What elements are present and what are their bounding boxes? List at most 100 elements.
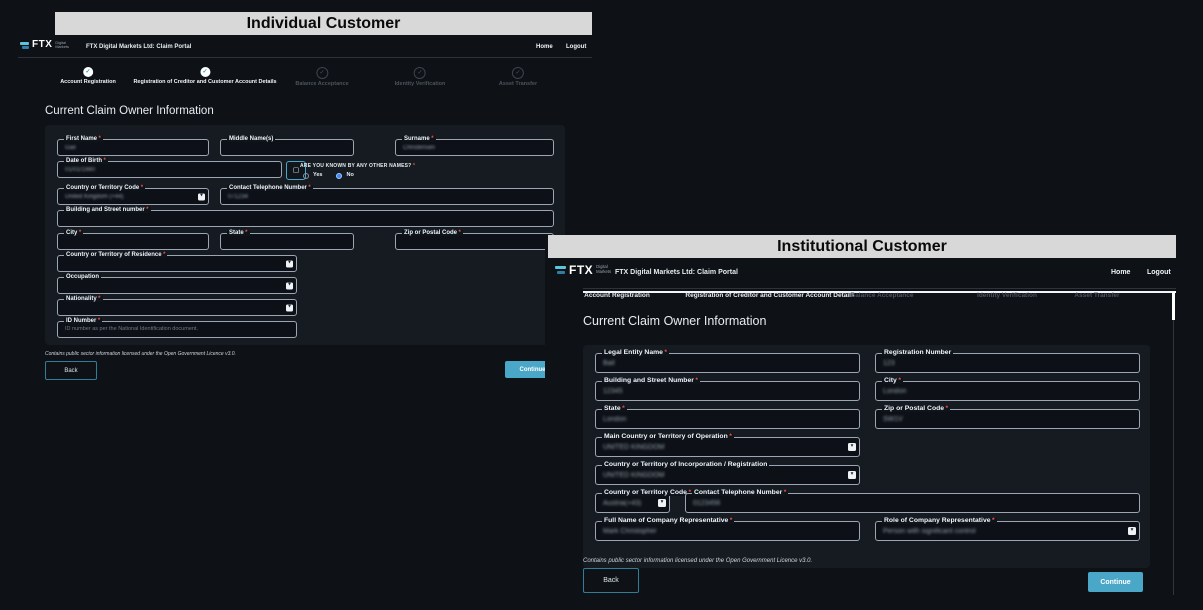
- telephone-label: Contact Telephone Number: [227, 185, 313, 191]
- page: { "icons": { "dropdown": "▾", "calendar"…: [0, 0, 1203, 610]
- incorporation-country-select[interactable]: Country or Territory of Incorporation / …: [595, 465, 860, 485]
- dropdown-arrow-icon: ▾: [198, 193, 205, 200]
- step-label: Asset Transfer: [499, 82, 537, 88]
- surname-field[interactable]: Surname Christensen: [395, 139, 554, 156]
- step-account-registration: ✓ Account Registration: [60, 67, 116, 86]
- state-label: State: [227, 230, 250, 236]
- logout-link[interactable]: Logout: [566, 44, 586, 50]
- step-check-icon: ✓: [512, 67, 524, 79]
- nationality-select[interactable]: Nationality ▾: [57, 299, 297, 316]
- main-country-label: Main Country or Territory of Operation: [602, 434, 734, 441]
- representative-role-value: Person with significant control: [883, 528, 976, 535]
- telephone-field[interactable]: Contact Telephone Number 071234: [220, 188, 554, 205]
- city-field[interactable]: City London: [875, 381, 1140, 401]
- representative-name-field[interactable]: Full Name of Company Representative Mark…: [595, 521, 860, 541]
- date-of-birth-label: Date of Birth: [64, 158, 108, 164]
- zip-field[interactable]: Zip or Postal Code SW1V: [875, 409, 1140, 429]
- radio-no-label: No: [346, 173, 353, 179]
- page-title: Current Claim Owner Information: [45, 106, 214, 118]
- building-street-field[interactable]: Building and Street number: [57, 210, 554, 227]
- dropdown-arrow-icon: ▾: [1128, 527, 1136, 535]
- first-name-value: Gail: [65, 145, 76, 151]
- page-title: Current Claim Owner Information: [583, 315, 766, 328]
- ftx-logo: FTX Digital Markets: [20, 40, 68, 50]
- building-street-label: Building and Street number: [64, 207, 151, 213]
- first-name-field[interactable]: First Name Gail: [57, 139, 209, 156]
- home-link[interactable]: Home: [536, 44, 553, 50]
- individual-customer-panel: Individual Customer FTX Digital Markets …: [0, 0, 592, 610]
- building-street-field[interactable]: Building and Street Number 12345: [595, 381, 860, 401]
- radio-yes-label: Yes: [313, 173, 322, 179]
- content-divider: [583, 288, 1176, 289]
- representative-name-value: Mark Christopher: [603, 528, 657, 535]
- telephone-label: Contact Telephone Number: [692, 490, 788, 497]
- city-field[interactable]: City: [57, 233, 209, 250]
- residence-select[interactable]: Country or Territory of Residence ▾: [57, 255, 297, 272]
- surname-label: Surname: [402, 136, 436, 142]
- dropdown-arrow-icon: ▾: [286, 282, 293, 289]
- building-street-label: Building and Street Number: [602, 378, 700, 385]
- building-street-value: 12345: [603, 388, 622, 395]
- scrollbar-track: [1173, 320, 1174, 595]
- step-label: Balance Acceptance: [295, 82, 348, 88]
- dropdown-arrow-icon: ▾: [848, 443, 856, 451]
- middle-name-label: Middle Name(s): [227, 136, 275, 142]
- occupation-select[interactable]: Occupation ▾: [57, 277, 297, 294]
- registration-number-value: 123: [883, 360, 895, 367]
- representative-role-select[interactable]: Role of Company Representative Person wi…: [875, 521, 1140, 541]
- first-name-label: First Name: [64, 136, 103, 142]
- state-field[interactable]: State London: [595, 409, 860, 429]
- registration-number-field[interactable]: Registration Number 123: [875, 353, 1140, 373]
- occupation-label: Occupation: [64, 274, 101, 280]
- licence-note: Contains public sector information licen…: [45, 352, 236, 357]
- legal-entity-name-field[interactable]: Legal Entity Name Ball: [595, 353, 860, 373]
- home-link[interactable]: Home: [1111, 269, 1130, 276]
- scrollbar-thumb[interactable]: [1172, 292, 1175, 320]
- city-value: London: [883, 388, 906, 395]
- residence-label: Country or Territory of Residence: [64, 252, 167, 258]
- continue-button[interactable]: Continue: [1088, 572, 1143, 592]
- country-code-value: United Kingdom (+44): [65, 194, 124, 200]
- step-balance-acceptance: ✓ Balance Acceptance: [295, 67, 348, 88]
- incorporation-country-label: Country or Territory of Incorporation / …: [602, 462, 769, 469]
- ftx-wordmark: FTX: [32, 40, 52, 50]
- legal-entity-name-value: Ball: [603, 360, 615, 367]
- step-check-icon: ✓: [414, 67, 426, 79]
- ftx-logo-icon: [20, 41, 29, 50]
- logout-link[interactable]: Logout: [1147, 269, 1171, 276]
- radio-no[interactable]: [336, 173, 342, 179]
- step-label-balance-acceptance: Balance Acceptance: [851, 293, 914, 300]
- step-label-account-registration: Account Registration: [584, 293, 650, 300]
- calendar-icon: ▢: [293, 167, 300, 174]
- zip-field[interactable]: Zip or Postal Code: [395, 233, 554, 250]
- institutional-banner: Institutional Customer: [548, 235, 1176, 258]
- back-button[interactable]: Back: [45, 361, 97, 380]
- nationality-label: Nationality: [64, 296, 103, 302]
- back-button[interactable]: Back: [583, 568, 639, 593]
- step-label: Account Registration: [60, 80, 116, 86]
- telephone-value: 0123456: [693, 500, 720, 507]
- middle-name-field[interactable]: Middle Name(s): [220, 139, 354, 156]
- step-check-icon: ✓: [316, 67, 328, 79]
- telephone-field[interactable]: Contact Telephone Number 0123456: [685, 493, 1140, 513]
- step-label-asset-transfer: Asset Transfer: [1074, 293, 1119, 300]
- representative-name-label: Full Name of Company Representative: [602, 518, 734, 525]
- country-code-select[interactable]: Country or Territory Code Austria(+43) ▾: [595, 493, 670, 513]
- ftx-sub-wordmark: Digital Markets: [55, 41, 68, 50]
- zip-label: Zip or Postal Code: [402, 230, 463, 236]
- main-country-select[interactable]: Main Country or Territory of Operation U…: [595, 437, 860, 457]
- incorporation-country-value: UNITED KINGDOM: [603, 472, 664, 479]
- dropdown-arrow-icon: ▾: [286, 260, 293, 267]
- step-creditor-details: ✓ Registration of Creditor and Customer …: [133, 67, 276, 86]
- radio-yes[interactable]: [303, 173, 309, 179]
- date-of-birth-field[interactable]: Date of Birth 01/01/1980: [57, 161, 282, 178]
- ftx-wordmark: FTX: [569, 264, 593, 276]
- state-field[interactable]: State: [220, 233, 354, 250]
- id-number-field[interactable]: ID Number ID number as per the National …: [57, 321, 297, 338]
- main-country-value: UNITED KINGDOM: [603, 444, 664, 451]
- country-code-select[interactable]: Country or Territory Code United Kingdom…: [57, 188, 209, 205]
- institutional-banner-title: Institutional Customer: [777, 238, 947, 256]
- individual-banner: Individual Customer: [55, 12, 592, 35]
- step-check-icon: ✓: [83, 67, 93, 77]
- representative-role-label: Role of Company Representative: [882, 518, 997, 525]
